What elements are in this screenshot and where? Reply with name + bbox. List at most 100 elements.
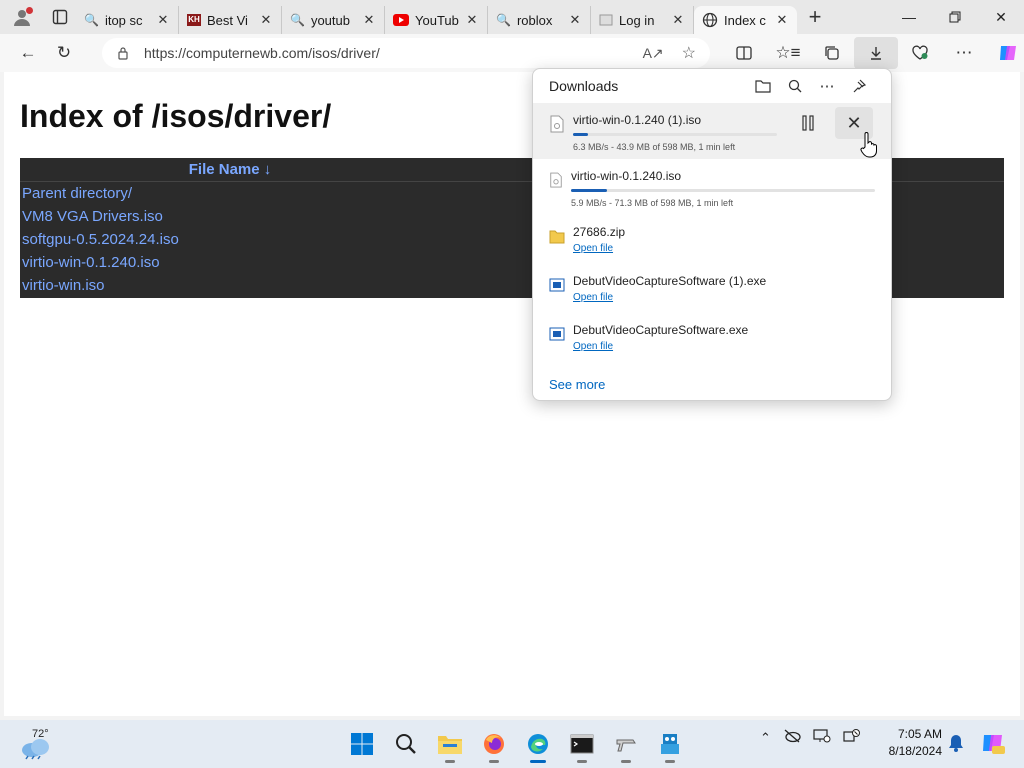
window-controls: — ✕ [886,0,1024,34]
terminal-button[interactable] [560,724,604,764]
more-menu-button[interactable]: ⋯ [942,37,986,69]
copilot-button[interactable] [986,37,1024,69]
see-more-link[interactable]: See more [549,377,605,392]
tab-itop[interactable]: 🔍 itop sc ✕ [76,6,179,34]
file-link[interactable]: virtio-win-0.1.240.iso [22,254,160,271]
tab-best-vi[interactable]: KH Best Vi ✕ [179,6,282,34]
download-icon [871,47,881,60]
open-file-link[interactable]: Open file [573,292,875,303]
network-offline-icon[interactable] [843,728,861,747]
favorites-icon: ☆≡ [775,43,801,62]
favorite-star-icon[interactable]: ☆ [682,43,696,63]
search-icon: 🔍 [84,13,99,27]
downloads-flyout: Downloads ⋯ virtio-win-0.1.240 (1).iso 6… [532,68,892,401]
column-file-name[interactable]: File Name ↓ [20,161,440,178]
download-item[interactable]: virtio-win-0.1.240 (1).iso 6.3 MB/s - 43… [533,103,891,159]
toolbar-actions: ☆≡ ⋯ [722,37,1024,69]
open-folder-button[interactable] [747,79,779,93]
download-item[interactable]: virtio-win-0.1.240.iso 5.9 MB/s - 71.3 M… [533,159,891,215]
tab-login[interactable]: Log in ✕ [591,6,694,34]
browser-essentials-button[interactable] [898,37,942,69]
close-window-button[interactable]: ✕ [978,0,1024,34]
exe-app-icon [549,278,565,292]
downloads-button[interactable] [854,37,898,69]
download-filename: 27686.zip [573,225,626,239]
download-item[interactable]: DebutVideoCaptureSoftware.exe Open file [533,313,891,362]
close-icon[interactable]: ✕ [671,12,685,28]
pin-button[interactable] [843,79,875,93]
start-button[interactable] [340,724,384,764]
notification-bell-icon[interactable] [948,734,964,752]
refresh-button[interactable]: ↻ [46,37,82,69]
close-icon[interactable]: ✕ [465,12,479,28]
copilot-pre-icon[interactable] [980,730,1006,756]
back-button[interactable]: ← [10,37,46,69]
edge-button[interactable] [516,724,560,764]
tab-title: YouTub [415,12,459,28]
search-button[interactable] [384,724,428,764]
tab-index-active[interactable]: Index c ✕ [694,6,797,34]
search-icon [788,79,802,93]
site-info-icon [118,47,128,60]
edge-icon [528,734,548,754]
notification-dot [26,7,33,14]
new-tab-button[interactable]: + [797,0,833,34]
onedrive-offline-icon[interactable] [783,729,801,746]
roblox-studio-button[interactable] [648,724,692,764]
exe-app-icon [549,327,565,341]
vm-app-button[interactable] [604,724,648,764]
split-screen-button[interactable] [722,37,766,69]
close-icon: ✕ [995,8,1007,25]
tab-strip: 🔍 itop sc ✕ KH Best Vi ✕ 🔍 youtub ✕ YouT… [0,0,1024,34]
file-link[interactable]: Parent directory/ [22,185,132,202]
profile-button[interactable] [0,0,44,34]
open-file-link[interactable]: Open file [573,243,875,254]
search-icon [396,734,416,754]
download-item[interactable]: 27686.zip Open file [533,215,891,264]
close-icon[interactable]: ✕ [362,12,376,28]
file-link[interactable]: VM8 VGA Drivers.iso [22,208,163,225]
tab-actions-button[interactable] [44,0,76,34]
pause-button[interactable] [789,107,827,139]
downloads-more-button[interactable]: ⋯ [811,77,843,95]
tab-title: Log in [619,12,655,28]
open-file-link[interactable]: Open file [573,341,875,352]
close-icon[interactable]: ✕ [156,12,170,28]
file-link[interactable]: softgpu-0.5.2024.24.iso [22,231,179,248]
progress-bar [571,189,875,192]
tab-youtube-search[interactable]: 🔍 youtub ✕ [282,6,385,34]
firefox-button[interactable] [472,724,516,764]
chevron-up-icon[interactable]: ⌃ [760,730,771,746]
address-bar[interactable]: https://computernewb.com/isos/driver/ A↗… [102,38,710,68]
close-icon[interactable]: ✕ [259,12,273,28]
clock-date: 8/18/2024 [888,744,942,758]
more-icon: ⋯ [955,43,973,62]
tab-roblox[interactable]: 🔍 roblox ✕ [488,6,591,34]
firefox-icon [484,734,504,754]
hand-cursor-icon [860,132,877,158]
downloads-header: Downloads ⋯ [533,69,891,103]
tab-actions-icon [52,9,68,25]
kh-site-icon: KH [187,14,201,26]
page-icon [599,14,613,26]
download-item[interactable]: DebutVideoCaptureSoftware (1).exe Open f… [533,264,891,313]
collections-button[interactable] [810,37,854,69]
search-downloads-button[interactable] [779,79,811,93]
file-explorer-button[interactable] [428,724,472,764]
copilot-icon [1000,46,1016,60]
tab-title: Index c [724,12,766,28]
close-icon[interactable]: ✕ [568,12,582,28]
clock-time: 7:05 AM [897,727,942,741]
tab-youtube[interactable]: YouTub ✕ [385,6,488,34]
favorites-button[interactable]: ☆≡ [766,37,810,69]
close-icon[interactable]: ✕ [775,12,789,28]
minimize-button[interactable]: — [886,0,932,34]
folder-icon [438,736,462,754]
tab-title: Best Vi [207,12,248,28]
file-link[interactable]: virtio-win.iso [22,277,105,294]
restore-button[interactable] [932,0,978,34]
display-icon[interactable] [813,728,831,747]
read-aloud-icon[interactable]: A↗ [643,45,664,62]
clock[interactable]: 7:05 AM 8/18/2024 [880,726,942,760]
browser-toolbar: ← ↻ https://computernewb.com/isos/driver… [0,34,1024,72]
